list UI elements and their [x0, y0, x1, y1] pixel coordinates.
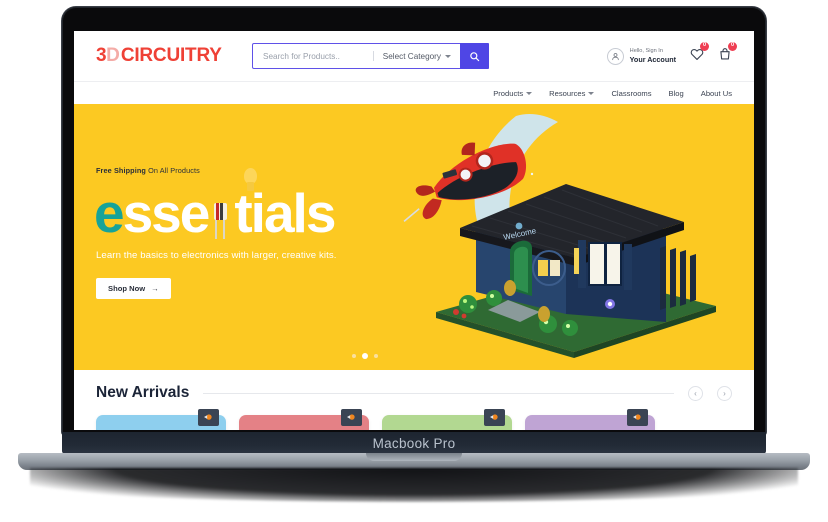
wordmark-letters-tials: tials — [234, 182, 336, 245]
hero-banner: Welcome Free Shipping On All Products e … — [74, 104, 754, 370]
hero-illustration: Welcome — [398, 104, 748, 370]
wordmark-letters-sse: sse — [122, 182, 211, 245]
account-text: Hello, Sign In Your Account — [630, 48, 676, 64]
arrow-right-icon: → — [151, 284, 159, 293]
search-button[interactable] — [460, 42, 490, 70]
carousel-next-button[interactable]: › — [717, 385, 732, 401]
rocket-icon — [204, 414, 212, 420]
rocket-icon — [347, 414, 355, 420]
resistor-body — [214, 203, 228, 220]
shop-now-button[interactable]: Shop Now → — [96, 278, 171, 299]
account-cluster: Hello, Sign In Your Account 0 0 — [606, 41, 737, 66]
chevron-down-icon — [588, 91, 595, 95]
main-nav: Products Resources Classrooms Blog About… — [74, 81, 754, 104]
cart-button[interactable]: 0 — [718, 41, 737, 66]
account-block[interactable]: Hello, Sign In Your Account — [606, 47, 676, 65]
hero-eyebrow-rest: On All Products — [145, 166, 200, 175]
wishlist-button[interactable]: 0 — [690, 41, 709, 66]
hero-tagline: Learn the basics to electronics with lar… — [96, 250, 337, 261]
website-viewport: 3 D CIRCUITRY Select Category — [74, 31, 754, 430]
product-thumbnail-badge — [484, 409, 505, 426]
cart-badge: 0 — [728, 41, 737, 51]
resistor-icon — [208, 187, 234, 239]
resistor-lead-left — [215, 220, 218, 239]
nav-item-about-us[interactable]: About Us — [701, 89, 732, 98]
nav-item-blog[interactable]: Blog — [669, 89, 684, 98]
logo-text-d: D — [106, 45, 120, 66]
lightbulb-base — [247, 182, 254, 191]
new-arrivals-section: New Arrivals ‹ › — [74, 370, 754, 430]
search-group: Select Category — [252, 42, 490, 70]
category-select[interactable]: Select Category — [374, 44, 460, 68]
logo-text-3: 3 — [96, 45, 107, 66]
product-thumbnail-badge — [198, 409, 219, 426]
laptop-base-notch — [366, 453, 462, 461]
carousel-prev-button[interactable]: ‹ — [688, 385, 703, 401]
nav-label: Blog — [668, 88, 684, 98]
nav-label: About Us — [700, 88, 732, 98]
resistor-lead-right — [223, 220, 226, 239]
site-header: 3 D CIRCUITRY Select Category — [74, 31, 754, 81]
account-name: Your Account — [629, 54, 676, 64]
carousel-dot-1[interactable] — [352, 354, 356, 358]
nav-label: Classrooms — [611, 88, 652, 98]
account-greeting: Hello, Sign In — [629, 48, 663, 54]
nav-item-classrooms[interactable]: Classrooms — [611, 89, 651, 98]
carousel-dot-2[interactable] — [362, 353, 368, 359]
product-thumbnail-badge — [341, 409, 362, 426]
chevron-down-icon — [526, 91, 533, 95]
laptop-mockup: 3 D CIRCUITRY Select Category — [0, 0, 828, 522]
avatar — [606, 47, 624, 65]
laptop-shadow — [30, 468, 798, 502]
nav-item-resources[interactable]: Resources — [549, 88, 595, 98]
device-bottom-bezel: Macbook Pro — [62, 432, 766, 454]
lightbulb-icon — [242, 168, 259, 194]
product-card[interactable] — [382, 409, 512, 430]
category-select-label: Select Category — [382, 51, 442, 61]
hero-wordmark: e sse tials — [94, 168, 366, 245]
product-card[interactable] — [239, 409, 369, 430]
carousel-dots — [352, 353, 378, 359]
rocket-icon — [490, 414, 498, 420]
rocket-icon — [633, 414, 641, 420]
nav-label: Products — [493, 88, 524, 98]
new-arrivals-title: New Arrivals — [96, 384, 190, 401]
chevron-down-icon — [445, 54, 452, 58]
hero-copy: Free Shipping On All Products e sse tial… — [94, 166, 366, 299]
product-thumbnail-badge — [627, 409, 648, 426]
product-card[interactable] — [96, 409, 226, 430]
product-card[interactable] — [525, 409, 655, 430]
laptop-screen: 3 D CIRCUITRY Select Category — [74, 31, 754, 430]
wishlist-badge: 0 — [700, 41, 709, 51]
nav-label: Resources — [549, 88, 586, 98]
device-label: Macbook Pro — [372, 435, 456, 451]
product-carousel — [96, 409, 732, 430]
hero-eyebrow: Free Shipping On All Products — [96, 166, 366, 175]
hero-eyebrow-bold: Free Shipping — [96, 166, 146, 175]
search-icon — [470, 51, 480, 61]
user-icon — [611, 52, 619, 60]
divider — [203, 392, 674, 394]
brand-logo[interactable]: 3 D CIRCUITRY — [96, 45, 246, 67]
logo-text-circuitry: CIRCUITRY — [120, 45, 222, 66]
search-input[interactable] — [253, 44, 373, 68]
carousel-dot-3[interactable] — [374, 354, 378, 358]
wordmark-letter-e: e — [94, 182, 125, 245]
nav-item-products[interactable]: Products — [493, 88, 533, 98]
hero-illustration-svg: Welcome — [403, 114, 716, 358]
laptop-screen-bezel: 3 D CIRCUITRY Select Category — [62, 7, 766, 435]
shop-now-label: Shop Now — [108, 284, 146, 293]
new-arrivals-header: New Arrivals ‹ › — [96, 384, 732, 402]
